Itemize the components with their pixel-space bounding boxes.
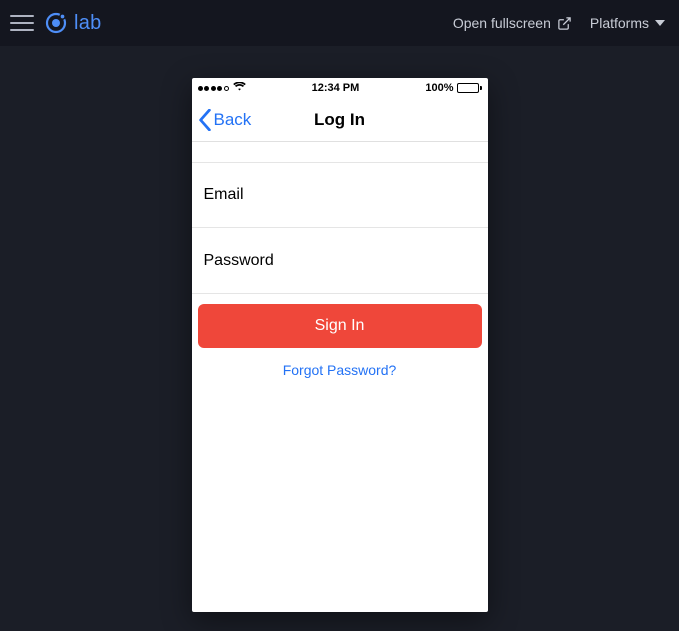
back-button[interactable]: Back — [192, 109, 252, 131]
password-field[interactable] — [192, 228, 488, 294]
ios-statusbar: 12:34 PM 100% — [192, 78, 488, 98]
chevron-left-icon — [198, 109, 212, 131]
login-form: Sign In Forgot Password? — [192, 142, 488, 378]
signal-dots-icon — [198, 86, 229, 91]
topbar: lab Open fullscreen Platforms — [0, 0, 679, 46]
chevron-down-icon — [655, 20, 665, 26]
platforms-dropdown[interactable]: Platforms — [590, 15, 665, 31]
external-link-icon — [557, 16, 572, 31]
email-field[interactable] — [192, 162, 488, 228]
preview-stage: 12:34 PM 100% Back Log In Sign — [0, 46, 679, 631]
battery-pct: 100% — [425, 82, 453, 94]
nav-header: Back Log In — [192, 98, 488, 142]
battery-icon — [457, 83, 482, 93]
wifi-icon — [233, 82, 246, 94]
ionic-logo-icon — [44, 11, 68, 35]
status-time: 12:34 PM — [312, 82, 360, 94]
status-right: 100% — [425, 82, 481, 94]
menu-icon[interactable] — [10, 11, 34, 35]
forgot-password-link[interactable]: Forgot Password? — [198, 362, 482, 378]
open-fullscreen-button[interactable]: Open fullscreen — [453, 15, 572, 31]
logo-text: lab — [74, 12, 102, 35]
fullscreen-label: Open fullscreen — [453, 15, 551, 31]
signin-button[interactable]: Sign In — [198, 304, 482, 348]
platforms-label: Platforms — [590, 15, 649, 31]
logo[interactable]: lab — [44, 11, 102, 35]
device-frame: 12:34 PM 100% Back Log In Sign — [192, 78, 488, 612]
status-left — [198, 82, 246, 94]
back-label: Back — [214, 110, 252, 130]
